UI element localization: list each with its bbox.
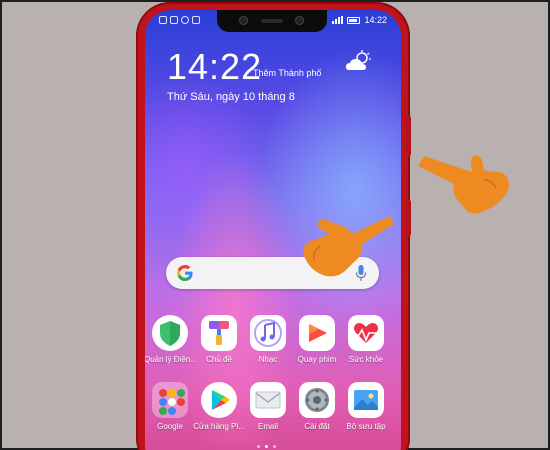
app-label: Cài đặt [304, 422, 330, 431]
heart-pulse-icon [348, 315, 384, 351]
play-store-icon [201, 382, 237, 418]
hand-pointer-icon [418, 155, 509, 214]
app-phone-manager[interactable]: Quản lý Điện... [145, 315, 196, 364]
hand-pointer-icon [303, 216, 394, 277]
notification-icon [192, 16, 200, 24]
notification-icons [159, 16, 200, 24]
google-folder-icon [152, 382, 188, 418]
status-bar-right: 14:22 [332, 15, 387, 25]
notification-icon [170, 16, 178, 24]
notification-icon [159, 16, 167, 24]
app-gallery[interactable]: Bộ sưu tập [340, 382, 392, 431]
clock-widget-date: Thứ Sáu, ngày 10 tháng 8 [167, 91, 295, 103]
battery-icon [347, 16, 361, 24]
app-label: Chủ đề [206, 355, 232, 364]
signal-icon [332, 16, 344, 24]
google-g-icon [177, 265, 193, 281]
notification-icon [181, 16, 189, 24]
app-play-store[interactable]: Cửa hàng Pl... [193, 382, 245, 431]
page-dot [273, 445, 276, 448]
app-health[interactable]: Sức khỏe [340, 315, 392, 364]
earpiece-speaker [261, 19, 283, 23]
front-camera-icon [239, 16, 248, 25]
app-label: Google [157, 422, 183, 431]
video-play-icon [299, 315, 335, 351]
app-google-folder[interactable]: Google [145, 382, 196, 431]
cloud-sun-icon[interactable] [345, 50, 373, 72]
status-time: 14:22 [364, 15, 387, 25]
app-themes[interactable]: Chủ đề [193, 315, 245, 364]
app-label: Quản lý Điện... [145, 355, 196, 364]
clock-widget-time[interactable]: 14:22 [167, 46, 262, 88]
page-indicator [257, 445, 276, 448]
shield-icon [152, 315, 188, 351]
mail-icon [250, 382, 286, 418]
app-label: Bộ sưu tập [346, 422, 386, 431]
app-label: Email [257, 422, 278, 431]
app-label: Sức khỏe [348, 355, 384, 364]
app-video[interactable]: Quay phim [291, 315, 343, 364]
page-dot [257, 445, 260, 448]
app-music[interactable]: Nhạc [242, 315, 294, 364]
page-dot-active [265, 445, 268, 448]
volume-button[interactable] [406, 116, 411, 156]
app-settings[interactable]: Cài đặt [291, 382, 343, 431]
add-city-link[interactable]: Thêm Thành phố [253, 68, 321, 78]
display-notch [217, 10, 327, 32]
gallery-icon [348, 382, 384, 418]
settings-gear-icon [299, 382, 335, 418]
app-label: Cửa hàng Pl... [193, 422, 245, 431]
music-note-icon [250, 315, 286, 351]
power-button[interactable] [406, 200, 411, 236]
paint-roller-icon [201, 315, 237, 351]
app-label: Nhạc [258, 355, 278, 364]
app-label: Quay phim [297, 355, 337, 364]
front-camera-icon [295, 16, 304, 25]
app-email[interactable]: Email [242, 382, 294, 431]
